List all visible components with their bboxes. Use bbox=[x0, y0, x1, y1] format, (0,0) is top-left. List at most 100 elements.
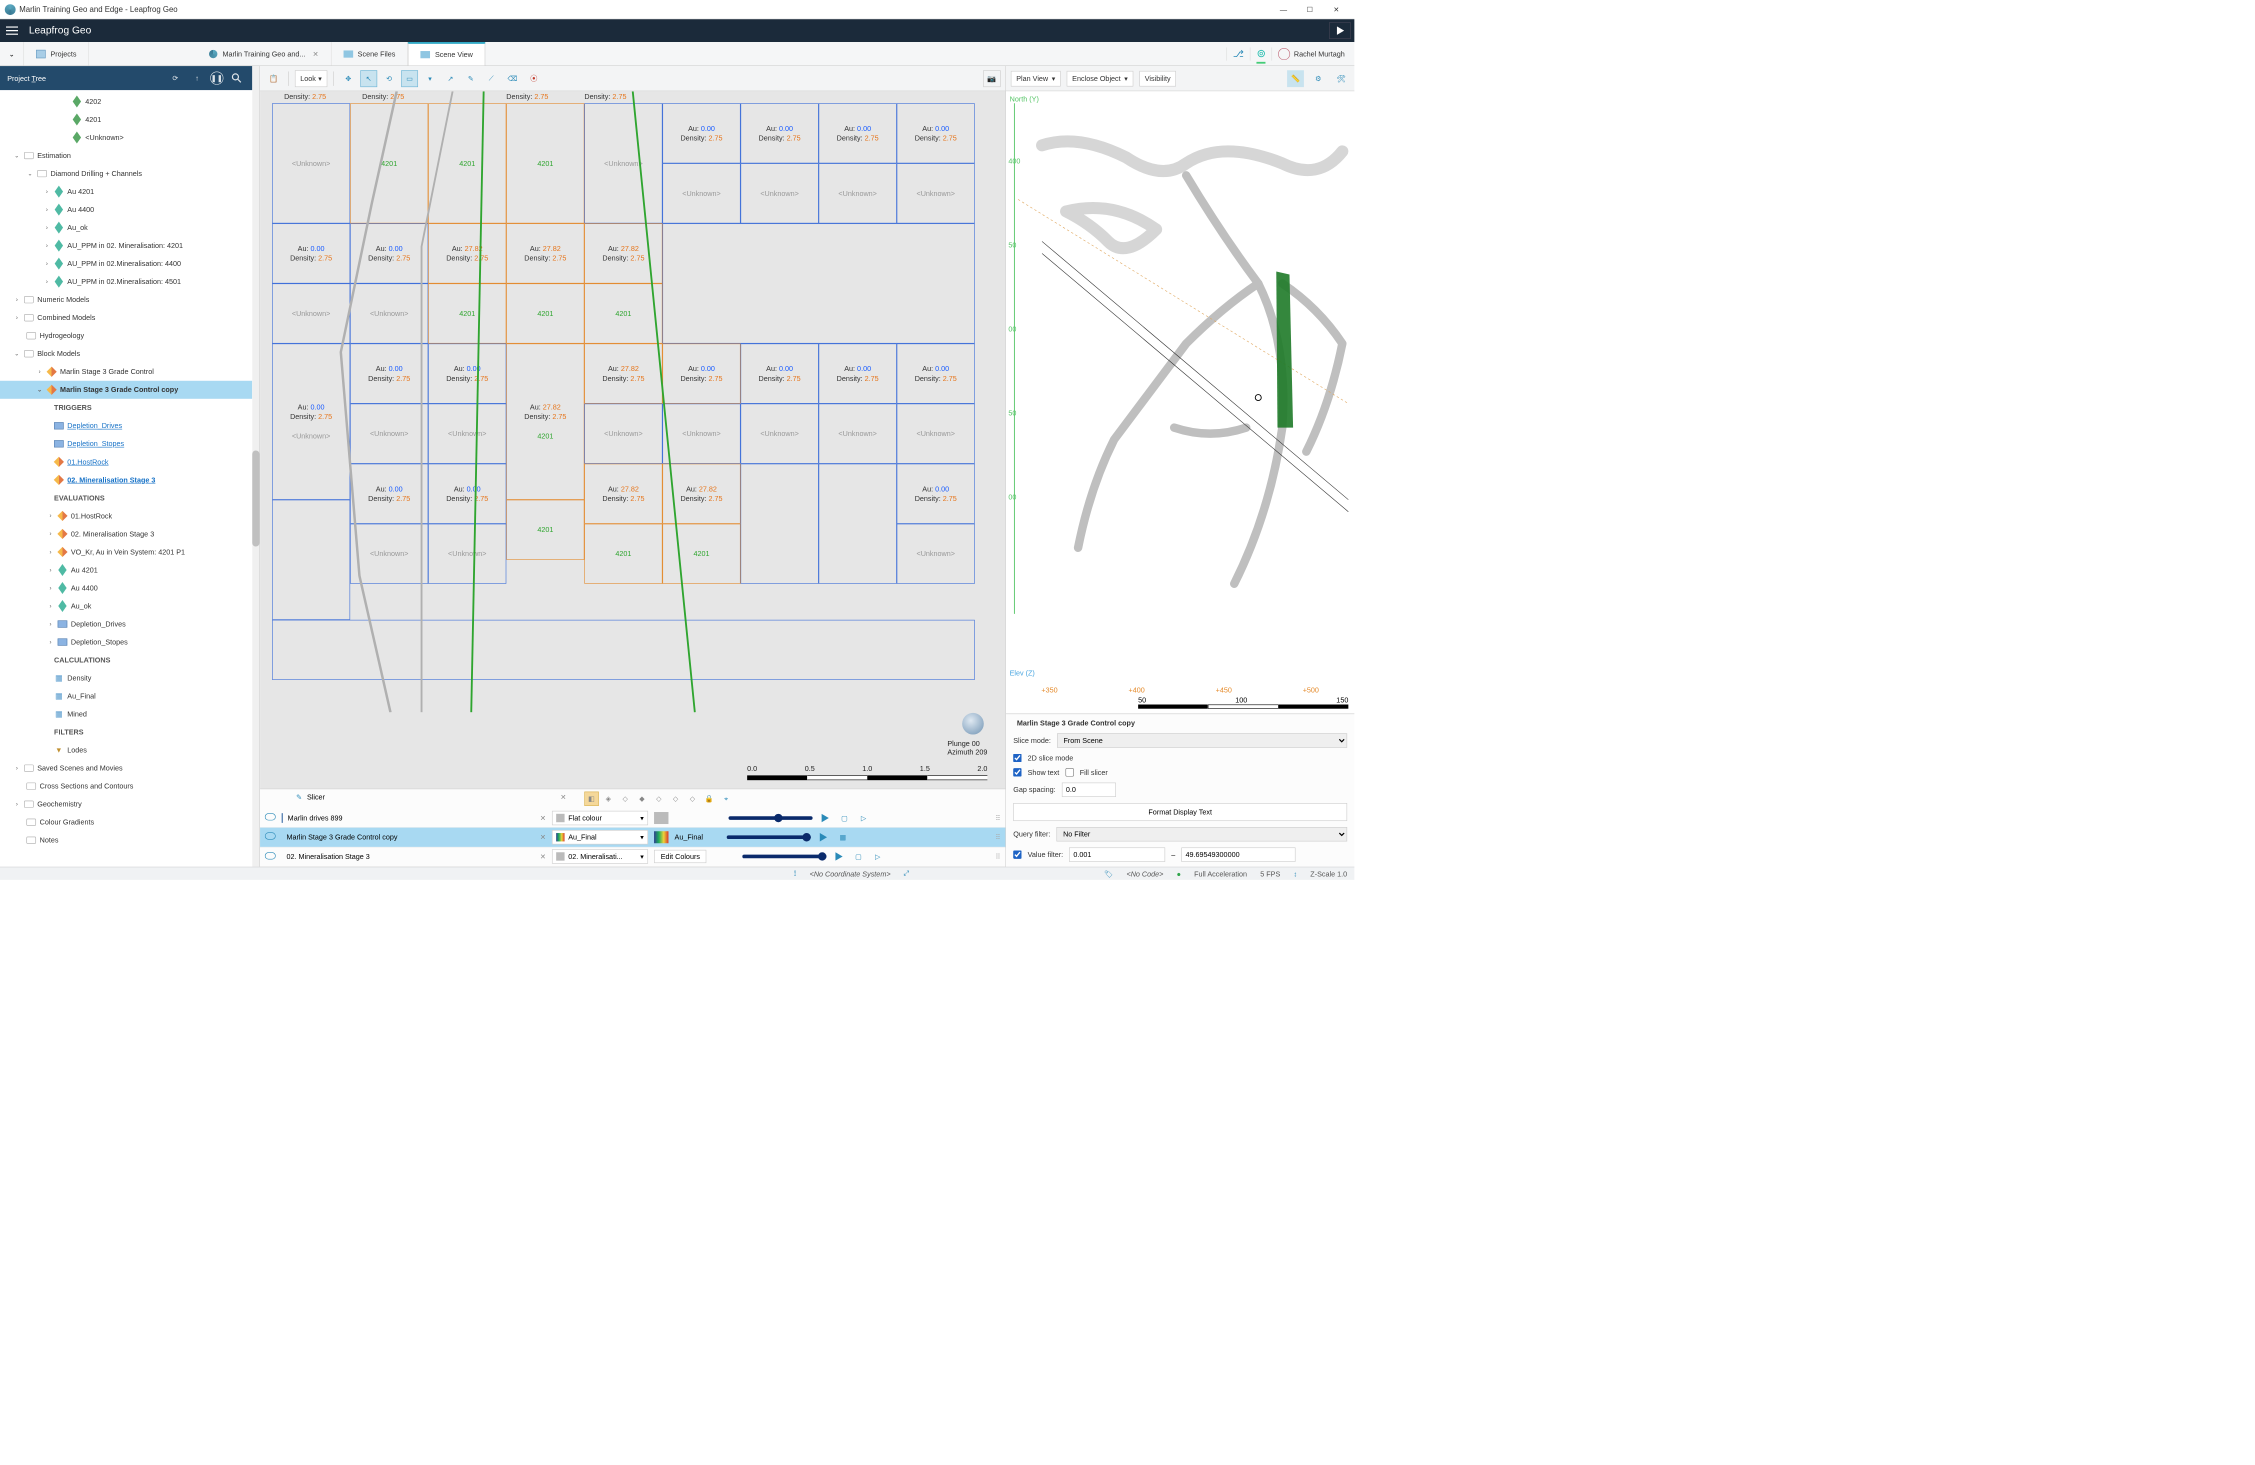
opacity-slider[interactable] bbox=[727, 835, 811, 839]
tree-item[interactable]: ›02. Mineralisation Stage 3 bbox=[0, 525, 252, 543]
tool-rotate-icon[interactable]: ⟲ bbox=[381, 70, 398, 87]
play-icon[interactable] bbox=[817, 831, 830, 844]
tab-chevron[interactable]: ⌄ bbox=[0, 42, 24, 65]
tree-item[interactable]: ›Depletion_Drives bbox=[0, 615, 252, 633]
refresh-icon[interactable]: ⟳ bbox=[167, 70, 184, 87]
look-dropdown[interactable]: Look▾ bbox=[295, 70, 327, 87]
tool-erase-icon[interactable]: ⌫ bbox=[503, 70, 522, 87]
tab-document[interactable]: Marlin Training Geo and... ✕ bbox=[197, 42, 331, 65]
slice-mode-select[interactable]: From Scene bbox=[1057, 733, 1347, 747]
tab-projects[interactable]: Projects bbox=[24, 42, 89, 65]
tree-item[interactable]: ›AU_PPM in 02.Mineralisation: 4501 bbox=[0, 273, 252, 291]
enclose-dropdown[interactable]: Enclose Object▾ bbox=[1067, 71, 1134, 87]
clipboard-icon[interactable]: 📋 bbox=[265, 70, 282, 87]
tree-item[interactable]: ›Geochemistry bbox=[0, 795, 252, 813]
tool-chevron-icon[interactable]: ▾ bbox=[422, 70, 439, 87]
tree-item[interactable]: Cross Sections and Contours bbox=[0, 777, 252, 795]
ruler-icon[interactable]: 📏 bbox=[1287, 70, 1304, 87]
tree-item[interactable]: ▼Lodes bbox=[0, 741, 252, 759]
tree-item[interactable]: ›Au 4201 bbox=[0, 183, 252, 201]
tree-item[interactable]: Au_Final bbox=[0, 687, 252, 705]
tab-close-icon[interactable]: ✕ bbox=[313, 50, 319, 58]
menu-icon[interactable] bbox=[0, 19, 24, 42]
scene-row[interactable]: Marlin drives 899 ✕ Flat colour▾ ▢ ▷ ⠿ bbox=[260, 808, 1005, 827]
axes-icon[interactable]: ⤢ bbox=[904, 869, 910, 878]
camera-icon[interactable]: 📷 bbox=[983, 70, 1000, 87]
tree-item[interactable]: ›Combined Models bbox=[0, 309, 252, 327]
tree-item[interactable]: ›Marlin Stage 3 Grade Control bbox=[0, 363, 252, 381]
tree-item[interactable]: 4202 bbox=[0, 92, 252, 110]
value-filter-min[interactable] bbox=[1069, 847, 1165, 861]
minimap-viewport[interactable]: North (Y) Elev (Z) 400 50 00 50 00 bbox=[1006, 91, 1354, 713]
search-icon[interactable] bbox=[228, 70, 245, 87]
tree-item[interactable]: ›VO_Kr, Au in Vein System: 4201 P1 bbox=[0, 543, 252, 561]
v-cube-icon[interactable]: ◧ bbox=[584, 792, 598, 806]
up-arrow-icon[interactable]: ↑ bbox=[189, 70, 206, 87]
tree-item[interactable]: ›AU_PPM in 02. Mineralisation: 4201 bbox=[0, 237, 252, 255]
format-display-button[interactable]: Format Display Text bbox=[1013, 803, 1347, 821]
tree-item[interactable]: Hydrogeology bbox=[0, 327, 252, 345]
tool-cursor-icon[interactable]: ↗ bbox=[442, 70, 459, 87]
tree-item[interactable]: ›Au_ok bbox=[0, 597, 252, 615]
grid-icon[interactable]: ▦ bbox=[836, 831, 849, 844]
tree-item[interactable]: Depletion_Stopes bbox=[0, 435, 252, 453]
close-icon[interactable]: ✕ bbox=[540, 852, 546, 860]
tree-item[interactable]: ›Au 4400 bbox=[0, 201, 252, 219]
tree-item[interactable]: <Unknown> bbox=[0, 129, 252, 147]
tool-record-icon[interactable]: ⦿ bbox=[526, 70, 543, 87]
v-icon[interactable]: ◇ bbox=[685, 792, 699, 806]
tree-item[interactable]: ›Au 4201 bbox=[0, 561, 252, 579]
lock-icon[interactable]: 🔒 bbox=[702, 792, 716, 806]
tool-plane-icon[interactable]: ▭ bbox=[401, 70, 418, 87]
box-icon[interactable]: ▢ bbox=[852, 850, 865, 863]
edit-colours-button[interactable]: Edit Colours bbox=[654, 850, 706, 863]
central-icon[interactable]: ⊚ bbox=[1257, 47, 1266, 60]
main-viewport[interactable]: Density: 2.75 Density: 2.75 Density: 2.7… bbox=[260, 91, 1005, 788]
tree-item[interactable]: ›Numeric Models bbox=[0, 291, 252, 309]
tool-pointer-icon[interactable]: ↖ bbox=[360, 70, 377, 87]
tree-item[interactable]: Density bbox=[0, 669, 252, 687]
value-filter-max[interactable] bbox=[1181, 847, 1295, 861]
tree-item[interactable]: ›Au_ok bbox=[0, 219, 252, 237]
tree-item[interactable]: ›Saved Scenes and Movies bbox=[0, 759, 252, 777]
tree-item[interactable]: Mined bbox=[0, 705, 252, 723]
close-icon[interactable]: ✕ bbox=[560, 793, 566, 801]
gap-input[interactable] bbox=[1062, 783, 1116, 797]
v-icon[interactable]: ◈ bbox=[601, 792, 615, 806]
opacity-slider[interactable] bbox=[729, 816, 813, 820]
target-icon[interactable]: ⌖ bbox=[719, 792, 733, 806]
v-icon[interactable]: ◇ bbox=[618, 792, 632, 806]
play-outline-icon[interactable]: ▷ bbox=[871, 850, 884, 863]
tree-item[interactable]: ›01.HostRock bbox=[0, 507, 252, 525]
tree-item[interactable]: 01.HostRock bbox=[0, 453, 252, 471]
gear-icon[interactable]: ⚙ bbox=[1310, 70, 1327, 87]
cb-fill-slicer[interactable] bbox=[1065, 768, 1073, 776]
tree-item[interactable]: ⌄Block Models bbox=[0, 345, 252, 363]
tool-measure-icon[interactable]: ⟋ bbox=[483, 70, 500, 87]
tree-item[interactable]: Colour Gradients bbox=[0, 813, 252, 831]
tree-item[interactable]: Notes bbox=[0, 831, 252, 849]
tree-item[interactable]: ⌄Diamond Drilling + Channels bbox=[0, 165, 252, 183]
cb-2d-slice[interactable] bbox=[1013, 754, 1021, 762]
cb-value-filter[interactable] bbox=[1013, 850, 1021, 858]
drag-handle-icon[interactable]: ⠿ bbox=[995, 814, 1000, 822]
tree-item[interactable]: 02. Mineralisation Stage 3 bbox=[0, 471, 252, 489]
scene-row[interactable]: 02. Mineralisation Stage 3 ✕ 02. Mineral… bbox=[260, 847, 1005, 866]
play-icon[interactable] bbox=[819, 811, 832, 824]
close-icon[interactable]: ✕ bbox=[540, 833, 546, 841]
query-filter-select[interactable]: No Filter bbox=[1056, 827, 1347, 841]
eye-icon[interactable] bbox=[265, 852, 276, 861]
window-minimize[interactable]: ― bbox=[1270, 0, 1296, 19]
colour-swatch[interactable] bbox=[654, 812, 668, 824]
tab-scene-files[interactable]: Scene Files bbox=[331, 42, 408, 65]
scene-row-selected[interactable]: Marlin Stage 3 Grade Control copy ✕ Au_F… bbox=[260, 828, 1005, 847]
colour-dropdown[interactable]: Au_Final▾ bbox=[552, 830, 648, 844]
pause-icon[interactable]: ❚❚ bbox=[210, 71, 223, 84]
window-maximize[interactable]: ☐ bbox=[1297, 0, 1323, 19]
tree-item[interactable]: Depletion_Drives bbox=[0, 417, 252, 435]
drag-handle-icon[interactable]: ⠿ bbox=[995, 852, 1000, 860]
tool-draw-icon[interactable]: ✎ bbox=[462, 70, 479, 87]
tab-scene-view[interactable]: Scene View bbox=[408, 42, 486, 65]
colour-dropdown[interactable]: 02. Mineralisati...▾ bbox=[552, 849, 648, 863]
tree-item[interactable]: ›AU_PPM in 02.Mineralisation: 4400 bbox=[0, 255, 252, 273]
